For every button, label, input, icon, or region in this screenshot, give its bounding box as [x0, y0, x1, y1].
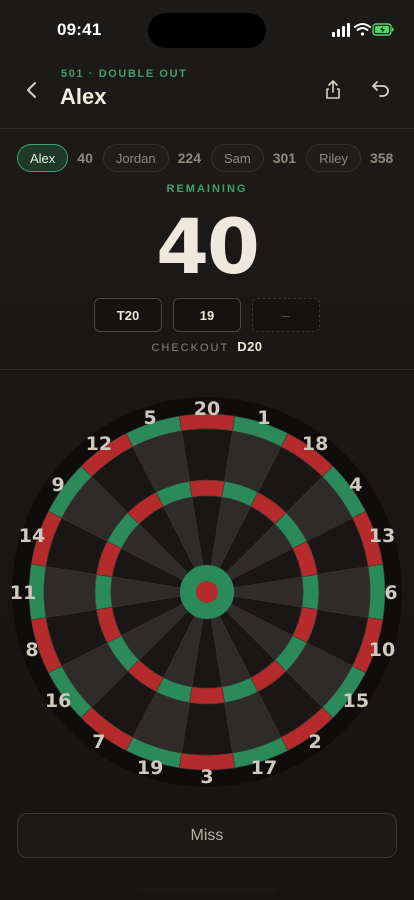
outer-single-20[interactable]	[181, 428, 233, 482]
game-screen: 09:41 501 · DOUBLE OUT Alex Alex 40 Jord…	[0, 0, 414, 900]
number-17: 17	[251, 757, 277, 779]
player-score-jordan: 224	[177, 150, 201, 166]
number-7: 7	[92, 731, 105, 753]
number-10: 10	[369, 639, 395, 661]
checkout-value: D20	[237, 339, 263, 354]
remaining-score: 40	[156, 202, 260, 291]
bullseye[interactable]	[196, 581, 218, 603]
player-chip-alex[interactable]: Alex	[17, 144, 69, 172]
current-player-title: Alex	[60, 84, 107, 109]
player-score-alex: 40	[77, 150, 93, 166]
checkout-label: CHECKOUT	[151, 342, 230, 354]
undo-icon	[372, 81, 389, 97]
double-6[interactable]	[367, 563, 386, 621]
share-button[interactable]	[322, 78, 344, 102]
triple-20[interactable]	[189, 479, 225, 498]
undo-button[interactable]	[370, 78, 392, 100]
triple-3[interactable]	[189, 686, 225, 705]
player-score-sam: 301	[272, 150, 297, 166]
status-bar: 09:41	[0, 0, 414, 60]
number-13: 13	[369, 525, 395, 547]
dart-3-slot[interactable]: –	[252, 298, 320, 332]
dart-2-slot[interactable]: 19	[173, 298, 241, 332]
outer-single-6[interactable]	[317, 566, 371, 618]
share-icon	[326, 80, 340, 99]
home-indicator	[137, 887, 277, 892]
number-12: 12	[86, 433, 112, 455]
status-time: 09:41	[57, 20, 102, 39]
chevron-left-icon	[27, 82, 36, 98]
checkout-hint: CHECKOUT D20	[0, 339, 414, 354]
miss-button[interactable]: Miss	[17, 813, 397, 858]
number-14: 14	[19, 525, 45, 547]
player-score-riley: 358	[369, 150, 394, 166]
miss-button-label: Miss	[190, 826, 224, 844]
number-18: 18	[302, 433, 328, 455]
player-chip-riley[interactable]: Riley	[306, 144, 361, 172]
dynamic-island	[148, 13, 266, 48]
player-chip-jordan[interactable]: Jordan	[102, 144, 169, 172]
number-19: 19	[137, 757, 163, 779]
header-divider	[0, 128, 414, 129]
number-8: 8	[25, 639, 38, 661]
dartboard-container: 20 1 18 4 13 6 10 15 2 17 3 19 7 16 8 11 14 9 12 5	[7, 392, 407, 792]
board-divider	[0, 369, 414, 370]
number-16: 16	[45, 690, 71, 712]
number-2: 2	[309, 731, 322, 753]
dartboard[interactable]: 20 1 18 4 13 6 10 15 2 17 3 19 7 16 8 11 14 9 12 5	[7, 392, 407, 792]
number-4: 4	[349, 474, 362, 496]
signal-icon	[332, 23, 350, 37]
back-button[interactable]	[18, 76, 46, 104]
number-11: 11	[10, 582, 36, 604]
wifi-icon	[354, 23, 371, 36]
triple-6[interactable]	[301, 574, 320, 610]
number-15: 15	[343, 690, 369, 712]
players-row: Alex 40 Jordan 224 Sam 301 Riley 358	[17, 143, 403, 173]
status-icons	[332, 22, 394, 38]
header: 501 · DOUBLE OUT Alex	[0, 60, 414, 128]
triple-11[interactable]	[94, 574, 113, 610]
remaining-label: REMAINING	[166, 183, 248, 195]
number-1: 1	[257, 407, 270, 429]
dart-throws: T20 19 –	[94, 298, 320, 332]
player-chip-sam[interactable]: Sam	[210, 144, 264, 172]
dart-1-slot[interactable]: T20	[94, 298, 162, 332]
battery-icon	[372, 23, 394, 36]
number-5: 5	[144, 407, 157, 429]
outer-single-3[interactable]	[181, 702, 233, 756]
number-9: 9	[52, 474, 65, 496]
game-mode-label: 501 · DOUBLE OUT	[61, 68, 188, 80]
number-3: 3	[200, 766, 213, 788]
outer-single-11[interactable]	[43, 566, 97, 618]
number-6: 6	[384, 582, 397, 604]
number-20: 20	[194, 398, 220, 420]
